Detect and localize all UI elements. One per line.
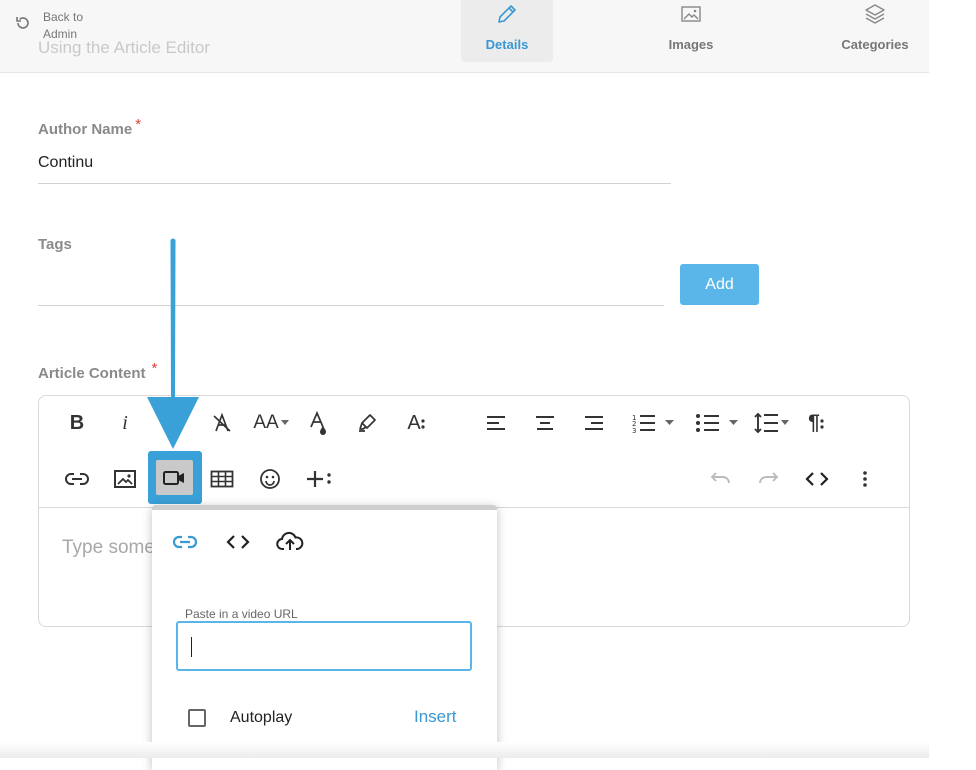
author-name-label: Author Name	[38, 121, 133, 138]
autoplay-label[interactable]: Autoplay	[230, 709, 292, 727]
tab-categories-label: Categories	[841, 37, 909, 52]
tags-label: Tags	[38, 236, 72, 253]
video-embed-tab[interactable]	[220, 524, 256, 560]
insert-link-icon[interactable]	[59, 461, 95, 497]
video-url-label: Paste in a video URL	[181, 607, 302, 621]
more-options-icon[interactable]	[847, 461, 883, 497]
upload-cloud-icon	[276, 531, 304, 553]
line-height-icon[interactable]	[750, 405, 792, 441]
font-size-glyph: AA	[253, 412, 279, 433]
paragraph-format-icon[interactable]: ¶	[798, 405, 834, 441]
more-insert-icon[interactable]	[301, 461, 337, 497]
article-content-label: Article Content	[38, 365, 146, 382]
tab-images-label: Images	[668, 37, 714, 52]
right-gutter	[929, 0, 976, 758]
insert-video-button[interactable]: Insert	[414, 707, 457, 727]
paragraph-glyph: ¶	[808, 411, 820, 434]
highlight-icon[interactable]	[349, 405, 385, 441]
tutorial-arrow-annotation	[145, 237, 201, 451]
font-size-icon[interactable]: AA	[250, 405, 292, 441]
code-view-icon[interactable]	[799, 461, 835, 497]
author-name-underline	[38, 183, 671, 184]
insert-table-icon[interactable]	[204, 461, 240, 497]
article-title-ghost: Using the Article Editor	[38, 38, 210, 57]
align-left-icon[interactable]	[478, 405, 514, 441]
tab-categories[interactable]: Categories	[829, 0, 921, 62]
tab-images[interactable]: Images	[645, 0, 737, 62]
redo-icon[interactable]	[751, 461, 787, 497]
text-cursor	[191, 637, 192, 657]
author-name-field[interactable]: Continu	[38, 154, 93, 172]
add-tag-button[interactable]: Add	[680, 264, 759, 305]
bottom-fade	[0, 742, 929, 758]
text-color-icon[interactable]	[300, 405, 336, 441]
bold-icon[interactable]: B	[59, 405, 95, 441]
autoplay-checkbox[interactable]	[188, 709, 206, 727]
link-icon	[172, 534, 198, 550]
text-style-glyph: A	[407, 411, 421, 434]
clear-format-icon[interactable]	[204, 405, 240, 441]
tab-details-label: Details	[485, 37, 529, 52]
author-name-label-row: Author Name *	[38, 116, 141, 139]
italic-icon[interactable]: i	[107, 405, 143, 441]
undo-icon[interactable]	[702, 461, 738, 497]
insert-image-icon[interactable]	[107, 461, 143, 497]
align-center-icon[interactable]	[527, 405, 563, 441]
video-url-input[interactable]	[176, 621, 472, 671]
svg-text:3: 3	[632, 427, 636, 433]
embed-code-icon	[226, 534, 250, 550]
layers-icon	[863, 2, 887, 26]
text-style-icon[interactable]: A	[398, 405, 434, 441]
emoticons-icon[interactable]	[252, 461, 288, 497]
tags-input[interactable]	[38, 275, 664, 299]
tags-underline	[38, 305, 664, 306]
video-by-url-tab[interactable]	[167, 524, 203, 560]
pencil-icon	[495, 2, 519, 26]
tab-details[interactable]: Details	[461, 0, 553, 62]
back-icon[interactable]	[14, 14, 32, 32]
ordered-list-icon[interactable]: 123	[626, 405, 678, 441]
insert-video-icon[interactable]	[156, 460, 192, 496]
article-content-label-row: Article Content *	[38, 360, 157, 383]
video-upload-tab[interactable]	[272, 524, 308, 560]
image-icon	[679, 2, 703, 26]
align-right-icon[interactable]	[576, 405, 612, 441]
required-mark: *	[135, 116, 142, 133]
unordered-list-icon[interactable]	[690, 405, 742, 441]
